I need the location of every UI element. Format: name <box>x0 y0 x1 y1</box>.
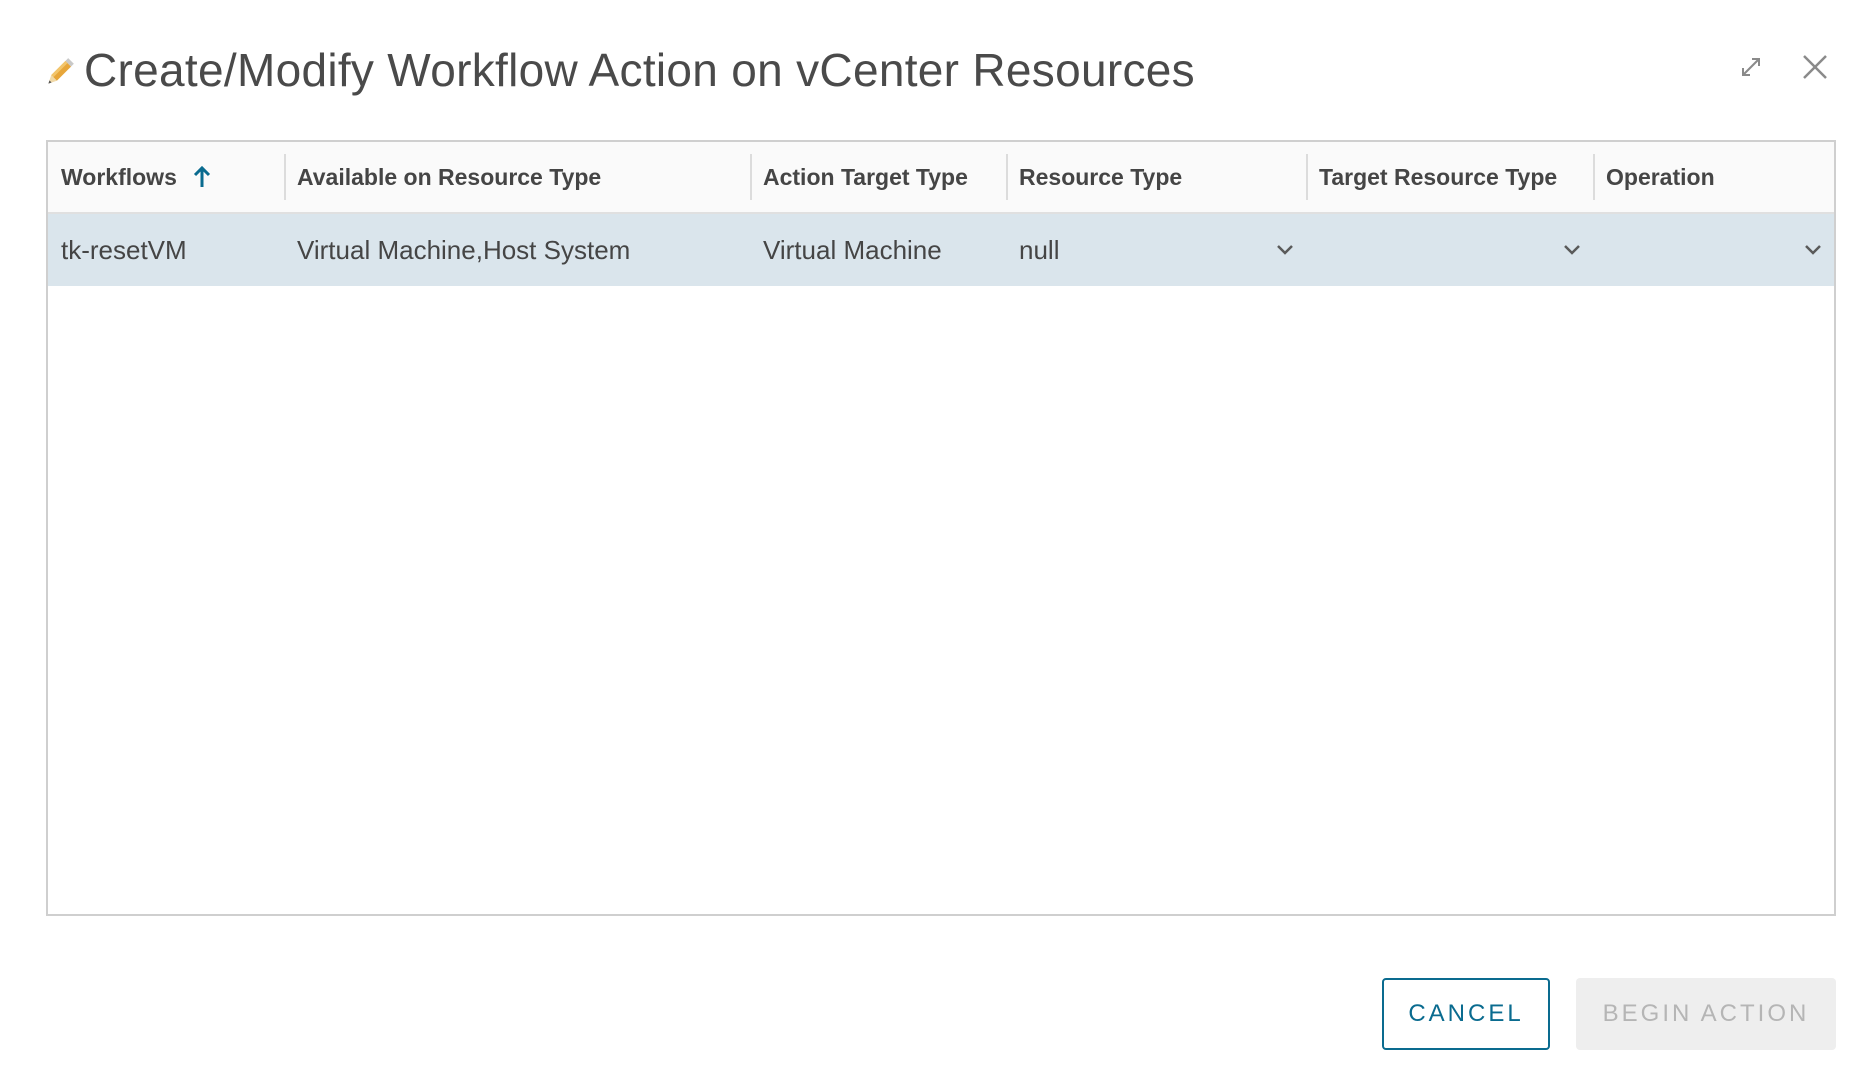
cell-workflow: tk-resetVM <box>61 234 187 265</box>
column-header-label: Target Resource Type <box>1319 163 1558 190</box>
begin-action-button[interactable]: BEGIN ACTION <box>1576 978 1836 1050</box>
maximize-icon[interactable] <box>1734 50 1768 84</box>
resource-type-select[interactable]: null <box>1006 214 1306 286</box>
cell-available-on-resource-type: Virtual Machine,Host System <box>297 234 631 265</box>
chevron-down-icon[interactable] <box>1274 239 1296 261</box>
sort-ascending-icon[interactable] <box>191 164 213 190</box>
column-header-label: Operation <box>1606 163 1715 190</box>
operation-select[interactable] <box>1593 214 1834 286</box>
chevron-down-icon[interactable] <box>1802 239 1824 261</box>
column-header-target-resource-type[interactable]: Target Resource Type <box>1306 142 1593 212</box>
column-header-label: Resource Type <box>1019 163 1183 190</box>
header-actions <box>1734 50 1832 84</box>
table-row[interactable]: tk-resetVM Virtual Machine,Host System V… <box>48 214 1834 286</box>
dialog-header: Create/Modify Workflow Action on vCenter… <box>42 30 1844 110</box>
pencil-icon <box>42 56 76 90</box>
chevron-down-icon[interactable] <box>1561 239 1583 261</box>
dialog-title: Create/Modify Workflow Action on vCenter… <box>84 44 1195 96</box>
cell-action-target-type: Virtual Machine <box>763 234 942 265</box>
column-header-label: Workflows <box>61 163 177 190</box>
column-header-label: Action Target Type <box>763 163 968 190</box>
target-resource-type-select[interactable] <box>1306 214 1593 286</box>
workflow-action-dialog: Create/Modify Workflow Action on vCenter… <box>0 0 1874 1092</box>
column-header-available-on-resource-type[interactable]: Available on Resource Type <box>284 142 750 212</box>
column-header-resource-type[interactable]: Resource Type <box>1006 142 1306 212</box>
column-header-workflows[interactable]: Workflows <box>48 142 284 212</box>
resource-type-value: null <box>1019 234 1060 265</box>
close-icon[interactable] <box>1798 50 1832 84</box>
cancel-button[interactable]: CANCEL <box>1382 978 1550 1050</box>
column-header-operation[interactable]: Operation <box>1593 142 1834 212</box>
column-header-label: Available on Resource Type <box>297 163 602 190</box>
grid-header: Workflows Available on Resource Type Act… <box>48 142 1834 214</box>
workflow-grid: Workflows Available on Resource Type Act… <box>46 140 1836 916</box>
column-header-action-target-type[interactable]: Action Target Type <box>750 142 1006 212</box>
